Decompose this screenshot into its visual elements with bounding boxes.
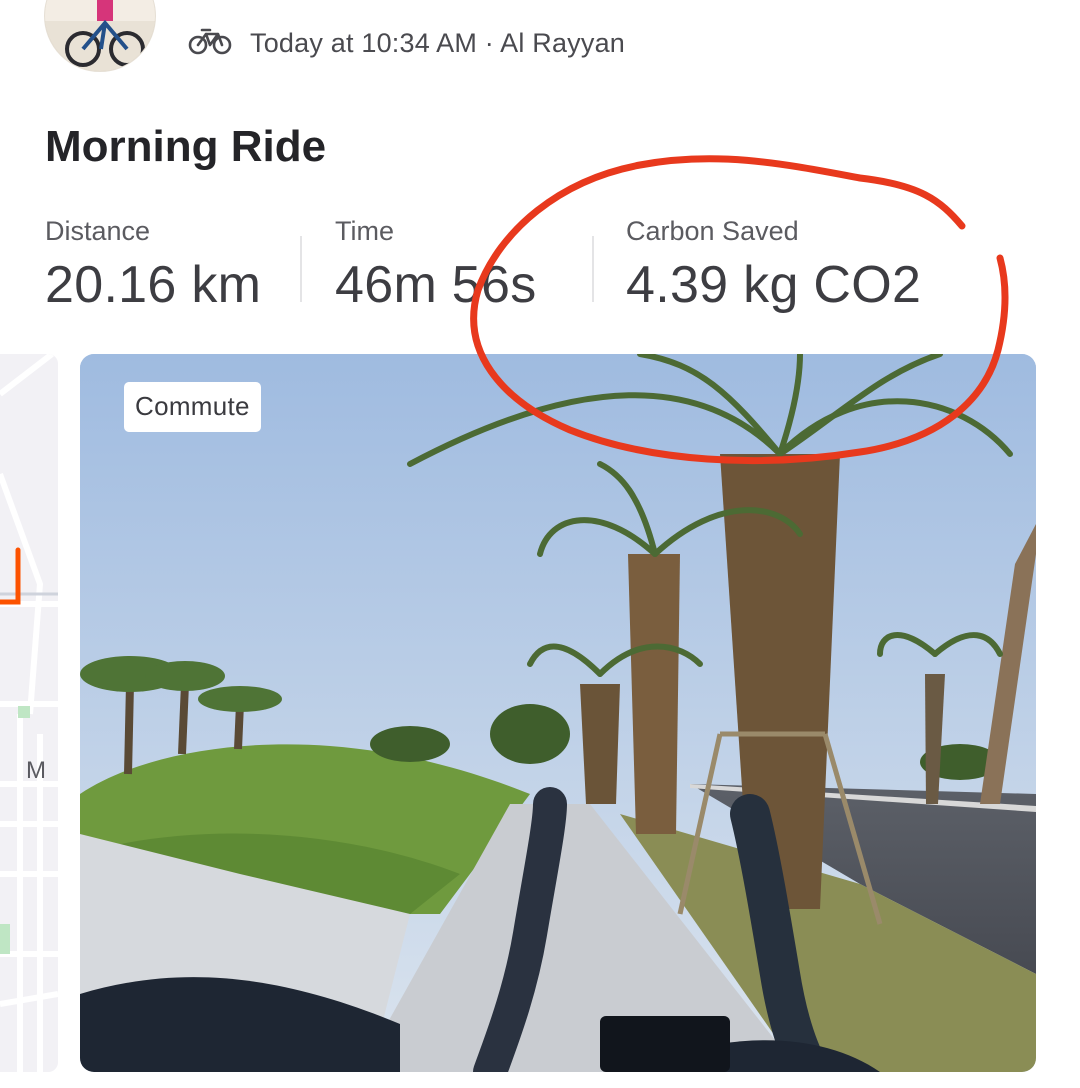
activity-photo[interactable]: [80, 354, 1036, 1072]
stat-value: 46m 56s: [335, 256, 537, 314]
activity-meta: Today at 10:34 AM · Al Rayyan: [188, 24, 625, 62]
stat-label: Time: [335, 216, 394, 246]
commute-tag[interactable]: Commute: [124, 382, 261, 432]
stat-value: 20.16 km: [45, 256, 262, 314]
athlete-avatar[interactable]: [44, 0, 156, 72]
bike-icon: [188, 26, 232, 61]
avatar-photo: [45, 0, 155, 71]
stat-label: Distance: [45, 216, 151, 246]
stat-carbon-saved: Carbon Saved 4.39 kg CO2: [626, 216, 921, 315]
stat-divider: [592, 236, 594, 302]
route-map-thumbnail[interactable]: M: [0, 354, 58, 1072]
activity-date-location: Today at 10:34 AM · Al Rayyan: [250, 27, 626, 58]
stat-value: 4.39 kg CO2: [626, 256, 922, 314]
map-label: M: [26, 757, 46, 784]
activity-title[interactable]: Morning Ride: [45, 122, 326, 172]
stat-time: Time 46m 56s: [335, 216, 537, 315]
stat-distance: Distance 20.16 km: [45, 216, 261, 315]
stat-divider: [300, 236, 302, 302]
stat-label: Carbon Saved: [626, 216, 799, 246]
